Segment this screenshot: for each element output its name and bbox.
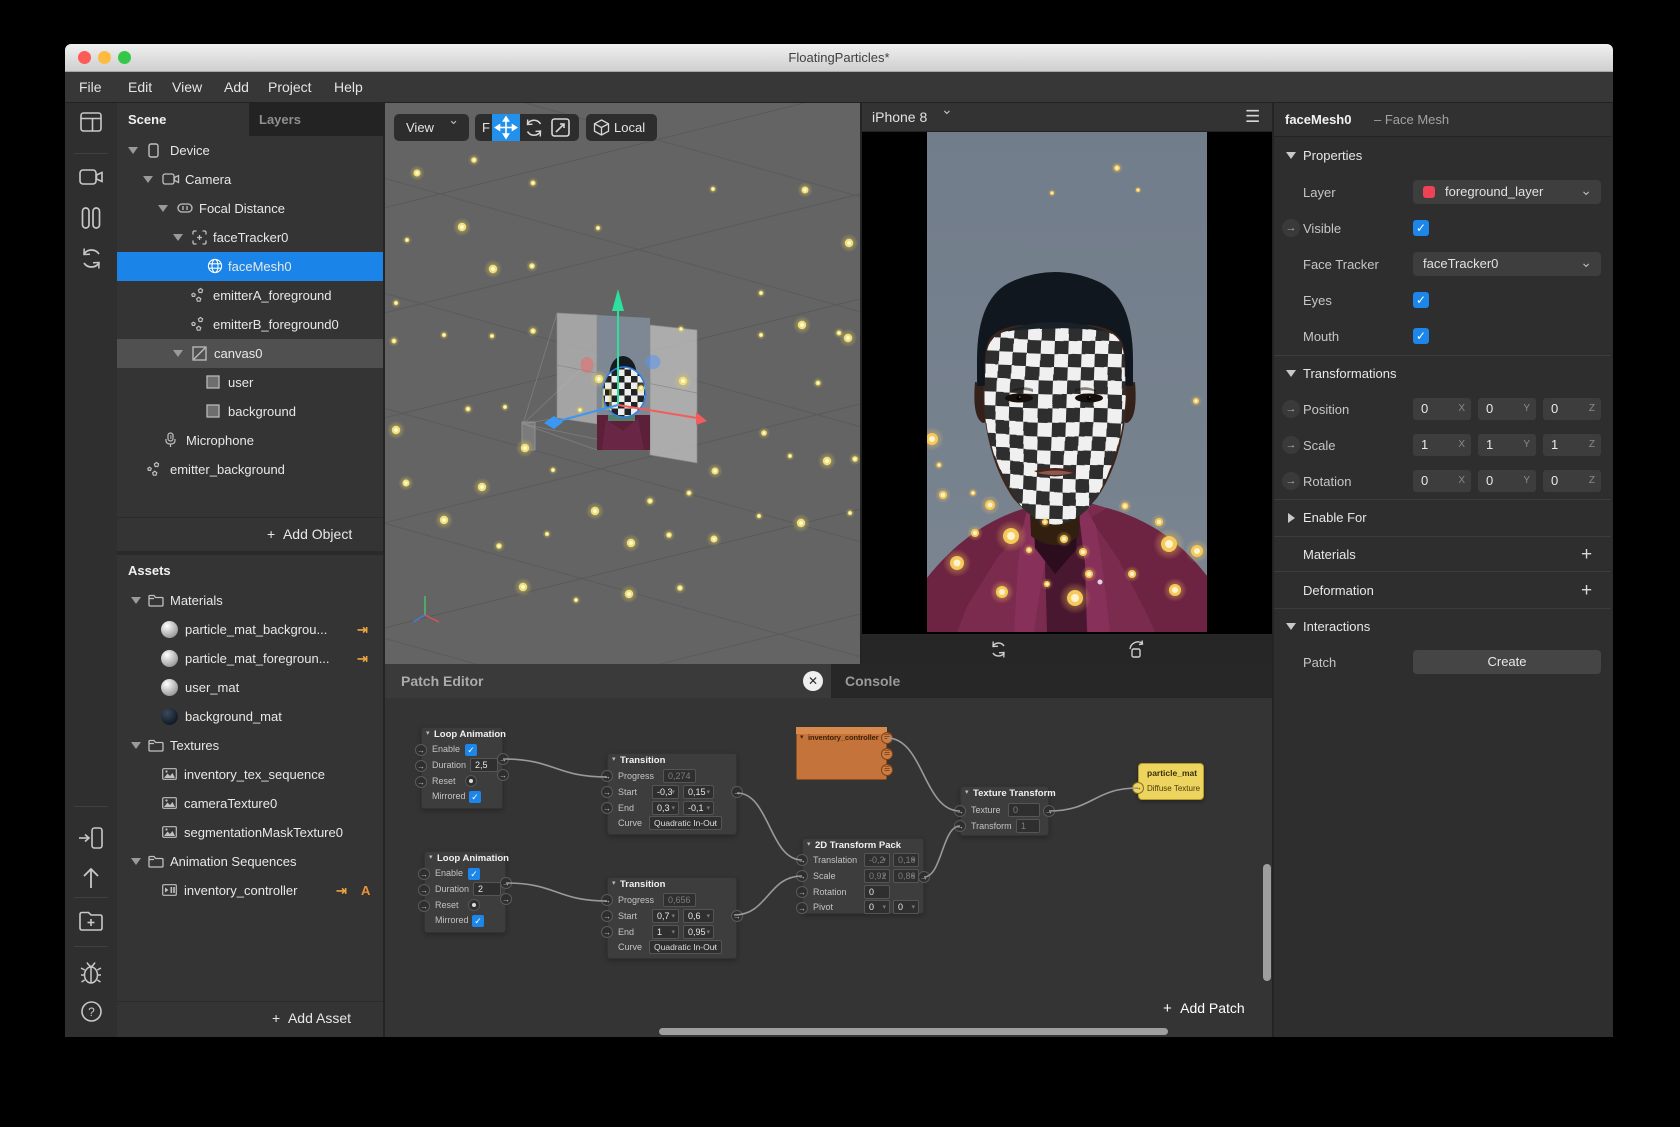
svg-text:?: ? <box>88 1005 95 1019</box>
